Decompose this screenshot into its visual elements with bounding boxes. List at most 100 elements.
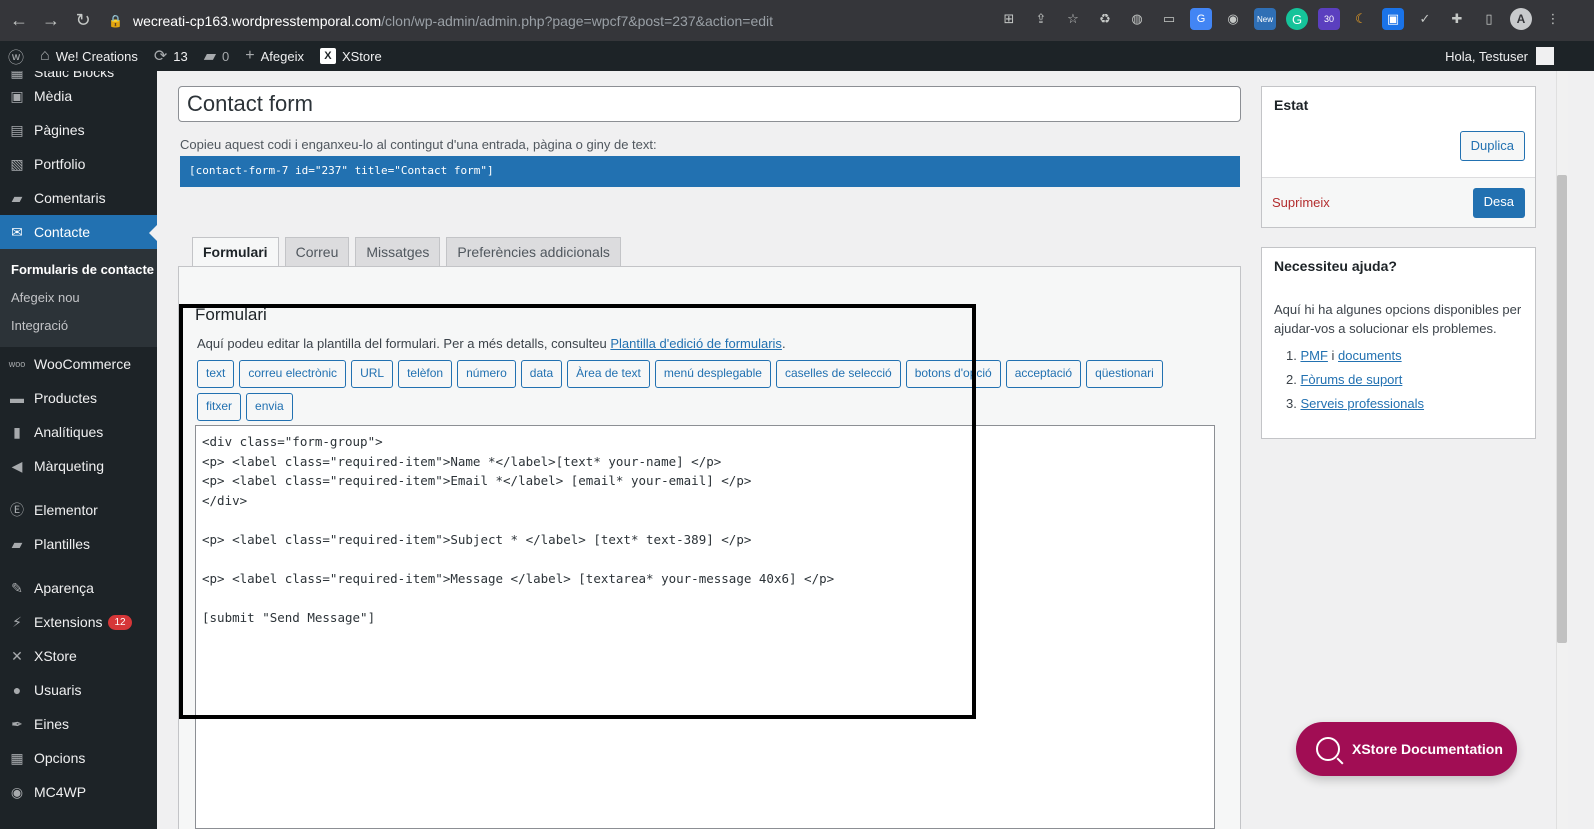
wp-logo-icon[interactable]: ⓦ	[0, 41, 32, 71]
sidebar-item-templates[interactable]: ▰ Plantilles	[0, 527, 157, 561]
submenu-add-new[interactable]: Afegeix nou	[0, 283, 157, 311]
scrollbar-thumb[interactable]	[1557, 175, 1567, 643]
form-template-docs-link[interactable]: Plantilla d'edició de formularis	[610, 336, 782, 351]
marketing-icon: ◀	[11, 457, 23, 474]
sidebar-item-plugins[interactable]: ⚡ Extensions 12	[0, 605, 157, 639]
sidebar-item-appearance[interactable]: ✎ Aparença	[0, 571, 157, 605]
sidebar-item-marketing[interactable]: ◀ Màrqueting	[0, 449, 157, 483]
comments-link[interactable]: ▰ 0	[196, 41, 238, 71]
tag-button-dropdown[interactable]: menú desplegable	[654, 360, 771, 388]
sidebar-toggle-icon[interactable]: ▯	[1478, 8, 1500, 30]
sidebar-item-media[interactable]: ▣ Mèdia	[0, 79, 157, 113]
docs-link[interactable]: documents	[1338, 348, 1402, 363]
tag-button-text[interactable]: text	[197, 360, 235, 388]
sidebar-item-tools[interactable]: ✒ Eines	[0, 707, 157, 741]
star-icon[interactable]: ☆	[1062, 8, 1084, 30]
screen-record-icon[interactable]: ▣	[1382, 8, 1404, 30]
translate-icon[interactable]: ⊞	[998, 8, 1020, 30]
sidebar-item-elementor[interactable]: Ⓔ Elementor	[0, 493, 157, 527]
settings-icon: ▦	[10, 749, 24, 766]
tag-button-date[interactable]: data	[520, 360, 563, 388]
tag-button-radio[interactable]: botons d'opció	[905, 360, 1001, 388]
profile-avatar[interactable]: A	[1510, 8, 1532, 30]
sidebar-item-products[interactable]: ▬ Productes	[0, 381, 157, 415]
sidebar-item-comments[interactable]: ▰ Comentaris	[0, 181, 157, 215]
tag-button-file[interactable]: fitxer	[197, 393, 242, 421]
check-extension-icon[interactable]: ✓	[1414, 8, 1436, 30]
shortcode-field[interactable]: [contact-form-7 id="237" title="Contact …	[180, 156, 1240, 187]
site-name-link[interactable]: ⌂ We! Creations	[32, 41, 146, 71]
plugins-icon: ⚡	[12, 613, 22, 630]
forward-arrow-icon[interactable]: →	[38, 8, 64, 34]
tag-button-quiz[interactable]: qüestionari	[1086, 360, 1163, 388]
submenu-contact-forms[interactable]: Formularis de contacte	[0, 255, 157, 283]
tag-button-url[interactable]: URL	[351, 360, 394, 388]
xstore-documentation-button[interactable]: XStore Documentation	[1296, 722, 1517, 776]
sidebar-item-portfolio[interactable]: ▧ Portfolio	[0, 147, 157, 181]
form-template-textarea[interactable]: <div class="form-group"> <p> <label clas…	[195, 425, 1215, 829]
duplicate-button[interactable]: Duplica	[1459, 131, 1525, 161]
sidebar-item-analytics[interactable]: ▮ Analítiques	[0, 415, 157, 449]
media-icon: ▣	[10, 87, 24, 104]
tag-button-number[interactable]: número	[457, 360, 516, 388]
pages-icon: ▤	[10, 121, 24, 138]
sidebar-item-users[interactable]: ● Usuaris	[0, 673, 157, 707]
tag-button-acceptance[interactable]: acceptació	[1005, 360, 1082, 388]
tag-button-checkboxes[interactable]: caselles de selecció	[775, 360, 901, 388]
counter-extension-icon[interactable]: 30	[1318, 8, 1340, 30]
sidebar-item-woocommerce[interactable]: woo WooCommerce	[0, 347, 157, 381]
support-forums-link[interactable]: Fòrums de suport	[1300, 372, 1402, 387]
puzzle-icon[interactable]: ✚	[1446, 8, 1468, 30]
sidebar-item-xstore[interactable]: ✕ XStore	[0, 639, 157, 673]
help-box: Necessiteu ajuda? Aquí hi ha algunes opc…	[1261, 247, 1536, 439]
faq-link[interactable]: PMF	[1300, 348, 1327, 363]
help-box-text: Aquí hi ha algunes opcions disponibles p…	[1274, 302, 1522, 336]
tag-button-submit[interactable]: envia	[246, 393, 293, 421]
url-host: wecreati-cp163.wordpresstemporal.com	[132, 12, 382, 29]
recycle-icon[interactable]: ♻	[1094, 8, 1116, 30]
sidebar-item-mc4wp[interactable]: ◉ MC4WP	[0, 775, 157, 809]
sidebar-item-label: Plantilles	[34, 536, 91, 552]
tag-button-tel[interactable]: telèfon	[398, 360, 453, 388]
tag-button-email[interactable]: correu electrònic	[239, 360, 347, 388]
panel-description: Aquí podeu editar la plantilla del formu…	[197, 336, 786, 351]
tab-mail[interactable]: Correu	[284, 237, 350, 267]
delete-link[interactable]: Suprimeix	[1272, 195, 1330, 210]
sidebar-item-contact[interactable]: ✉ Contacte	[0, 215, 157, 249]
address-bar[interactable]: 🔒 wecreati-cp163.wordpresstemporal.com /…	[108, 6, 968, 36]
list-number: 2.	[1286, 372, 1297, 387]
form-title-input[interactable]: Contact form	[178, 86, 1241, 122]
sidebar-item-pages[interactable]: ▤ Pàgines	[0, 113, 157, 147]
new-badge-extension-icon[interactable]: New	[1254, 8, 1276, 30]
grammarly-icon[interactable]: G	[1286, 8, 1308, 30]
xstore-admin-label: XStore	[341, 48, 382, 64]
kebab-menu-icon[interactable]: ⋮	[1542, 8, 1564, 30]
xstore-admin-link[interactable]: X XStore	[312, 41, 390, 71]
google-translate-icon[interactable]: G	[1190, 8, 1212, 30]
status-box-footer: Suprimeix Desa	[1262, 177, 1535, 227]
plugins-update-badge: 12	[108, 614, 132, 630]
help-links-list: 1. PMF i documents 2. Fòrums de suport 3…	[1286, 348, 1424, 420]
site-name-label: We! Creations	[55, 48, 138, 64]
reload-icon[interactable]: ↻	[70, 8, 96, 34]
submenu-integration[interactable]: Integració	[0, 311, 157, 339]
my-account-link[interactable]: Hola, Testuser	[1445, 41, 1554, 71]
tab-form[interactable]: Formulari	[192, 237, 279, 267]
camera-icon[interactable]: ◉	[1222, 8, 1244, 30]
professional-services-link[interactable]: Serveis professionals	[1300, 396, 1424, 411]
tab-additional-settings[interactable]: Preferències addicionals	[446, 237, 621, 267]
cast-icon[interactable]: ▭	[1158, 8, 1180, 30]
sidebar-item-static-blocks[interactable]: ▦ Static Blocks	[0, 71, 157, 79]
save-button[interactable]: Desa	[1472, 188, 1525, 218]
tab-messages[interactable]: Missatges	[355, 237, 441, 267]
tag-button-textarea[interactable]: Àrea de text	[567, 360, 650, 388]
moon-icon[interactable]: ☾	[1350, 8, 1372, 30]
updates-link[interactable]: ⟳ 13	[146, 41, 196, 71]
panel-desc-end: .	[781, 336, 786, 351]
list-number: 3.	[1286, 396, 1297, 411]
sidebar-item-settings[interactable]: ▦ Opcions	[0, 741, 157, 775]
share-icon[interactable]: ⇪	[1030, 8, 1052, 30]
back-arrow-icon[interactable]: ←	[6, 8, 32, 34]
globe-icon[interactable]: ◍	[1126, 8, 1148, 30]
new-content-link[interactable]: + Afegeix	[237, 41, 312, 71]
